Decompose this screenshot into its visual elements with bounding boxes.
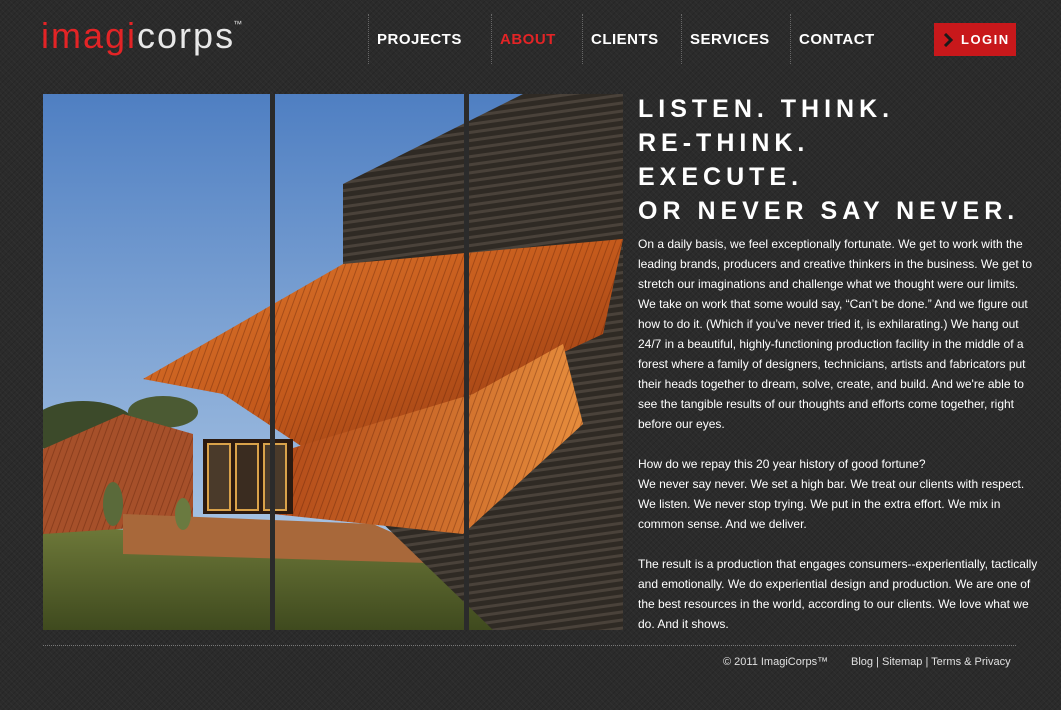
logo-trademark: ™ (233, 19, 245, 29)
building-photo-image (43, 94, 623, 630)
headline-line: OR NEVER SAY NEVER. (638, 197, 1020, 225)
about-paragraph: The result is a production that engages … (638, 557, 1038, 631)
headline-line: LISTEN. THINK. (638, 95, 895, 123)
footer-link-terms[interactable]: Terms & Privacy (931, 656, 1010, 668)
headline-line: RE-THINK. (638, 129, 810, 157)
about-paragraph: On a daily basis, we feel exceptionally … (638, 237, 1033, 431)
nav-item-label: SERVICES (690, 30, 770, 48)
headline-line: EXECUTE. (638, 163, 804, 191)
logo-part-corps: corps (137, 15, 236, 56)
main-nav: PROJECTS ABOUT CLIENTS SERVICES CONTACT (368, 14, 887, 64)
photo-divider (464, 94, 469, 630)
footer-copyright: © 2011 ImagiCorps™ (723, 656, 829, 668)
nav-item-projects[interactable]: PROJECTS (368, 14, 491, 64)
footer-separator: | (925, 656, 929, 668)
login-button[interactable]: LOGIN (934, 23, 1016, 56)
nav-item-contact[interactable]: CONTACT (790, 14, 887, 64)
footer-link-sitemap[interactable]: Sitemap (882, 656, 922, 668)
footer-links: Blog | Sitemap | Terms & Privacy (851, 656, 1011, 668)
nav-item-label: CONTACT (799, 30, 875, 48)
nav-item-clients[interactable]: CLIENTS (582, 14, 681, 64)
about-paragraph: How do we repay this 20 year history of … (638, 457, 926, 471)
nav-item-services[interactable]: SERVICES (681, 14, 790, 64)
hero-photo (43, 94, 623, 630)
about-copy: On a daily basis, we feel exceptionally … (638, 234, 1038, 654)
nav-item-about[interactable]: ABOUT (491, 14, 582, 64)
footer-separator: | (876, 656, 879, 668)
chevron-right-icon (943, 32, 953, 47)
site-logo[interactable]: imagicorps ™ (41, 15, 242, 56)
nav-item-label: ABOUT (500, 30, 556, 48)
about-paragraph: We never say never. We set a high bar. W… (638, 477, 1025, 531)
login-label: LOGIN (961, 32, 1010, 47)
footer-divider (43, 645, 1016, 646)
footer-link-blog[interactable]: Blog (851, 656, 873, 668)
nav-item-label: CLIENTS (591, 30, 659, 48)
page-headline: LISTEN. THINK. RE-THINK. EXECUTE. OR NEV… (638, 92, 1019, 228)
logo-part-imagi: imagi (41, 15, 138, 56)
nav-item-label: PROJECTS (377, 30, 462, 48)
photo-divider (270, 94, 275, 630)
